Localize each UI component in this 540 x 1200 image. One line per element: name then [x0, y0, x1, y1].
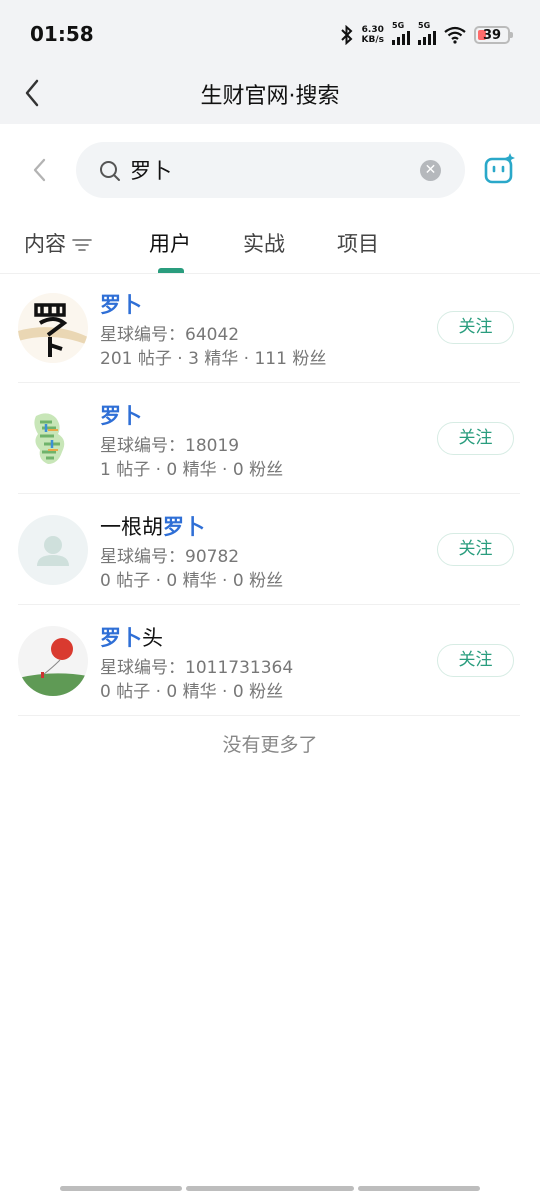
page-title: 生财官网·搜索 [200, 84, 340, 109]
user-name: 罗卜 [100, 400, 142, 430]
follow-button[interactable]: 关注 [437, 533, 514, 566]
nav-segment[interactable] [186, 1186, 354, 1191]
user-row[interactable]: 罗卜头 星球编号：1011731364 0 帖子 · 0 精华 · 0 粉丝 关… [0, 605, 540, 716]
navigation-bar [0, 1180, 540, 1200]
avatar [18, 293, 88, 363]
user-stats: 1 帖子 · 0 精华 · 0 粉丝 [100, 460, 284, 480]
user-stats: 201 帖子 · 3 精华 · 111 粉丝 [100, 349, 327, 369]
status-icons: 6.30 KB/s 5G 5G 39 [340, 21, 513, 48]
user-name-highlight: 罗卜 [100, 404, 142, 428]
avatar [18, 515, 88, 585]
network-speed-unit: KB/s [361, 35, 384, 45]
follow-button[interactable]: 关注 [437, 644, 514, 677]
title-bar: 生财官网·搜索 [0, 62, 540, 124]
network-speed: 6.30 KB/s [362, 25, 384, 45]
search-row: ✕ [0, 140, 540, 200]
follow-button[interactable]: 关注 [437, 311, 514, 344]
user-stats: 0 帖子 · 0 精华 · 0 粉丝 [100, 682, 284, 702]
tab-projects[interactable]: 项目 [337, 228, 379, 258]
user-name-highlight: 罗卜 [100, 626, 142, 650]
nav-segment[interactable] [358, 1186, 480, 1191]
bluetooth-icon [340, 25, 352, 45]
user-name-prefix: 一根胡 [100, 515, 163, 539]
user-id: 星球编号：18019 [100, 436, 240, 456]
signal-label-2: 5G [418, 21, 431, 30]
user-id: 星球编号：64042 [100, 325, 240, 345]
filter-icon[interactable] [72, 238, 92, 252]
status-bar: 01:58 6.30 KB/s 5G 5G 39 [0, 0, 540, 62]
tab-content-label: 内容 [24, 232, 66, 256]
avatar [18, 626, 88, 696]
user-id: 星球编号：1011731364 [100, 658, 294, 678]
tab-content[interactable]: 内容 [24, 228, 92, 258]
user-result-list: 罗卜 星球编号：64042 201 帖子 · 3 精华 · 111 粉丝 关注 … [0, 272, 540, 716]
end-of-list-text: 没有更多了 [222, 734, 318, 756]
user-name-suffix: 头 [142, 626, 163, 650]
battery-icon: 39 [474, 26, 513, 44]
nav-segment[interactable] [60, 1186, 182, 1191]
status-time: 01:58 [30, 22, 94, 46]
signal-label: 5G [392, 21, 405, 30]
user-id: 星球编号：90782 [100, 547, 240, 567]
user-stats: 0 帖子 · 0 精华 · 0 粉丝 [100, 571, 284, 591]
search-icon [100, 161, 120, 181]
user-name-highlight: 罗卜 [100, 293, 142, 317]
user-name: 罗卜头 [100, 622, 163, 652]
divider [18, 715, 520, 716]
search-back-icon[interactable] [26, 154, 54, 186]
search-input[interactable] [130, 154, 410, 186]
clear-icon[interactable]: ✕ [420, 160, 441, 181]
user-row[interactable]: 罗卜 星球编号：64042 201 帖子 · 3 精华 · 111 粉丝 关注 [0, 272, 540, 383]
user-row[interactable]: 罗卜 星球编号：18019 1 帖子 · 0 精华 · 0 粉丝 关注 [0, 383, 540, 494]
tab-practice[interactable]: 实战 [243, 228, 285, 258]
user-name: 罗卜 [100, 289, 142, 319]
follow-button[interactable]: 关注 [437, 422, 514, 455]
avatar [18, 404, 88, 474]
battery-level: 39 [482, 27, 502, 43]
signal-icon-2: 5G [418, 21, 436, 45]
user-name: 一根胡罗卜 [100, 511, 205, 541]
wifi-icon [444, 26, 466, 44]
search-box[interactable]: ✕ [76, 142, 465, 198]
network-speed-value: 6.30 [361, 25, 384, 35]
tab-users[interactable]: 用户 [149, 228, 191, 258]
user-name-highlight: 罗卜 [163, 515, 205, 539]
tab-bar: 内容 用户 实战 项目 [0, 218, 540, 274]
ai-assistant-icon[interactable] [483, 152, 517, 186]
user-row[interactable]: 一根胡罗卜 星球编号：90782 0 帖子 · 0 精华 · 0 粉丝 关注 [0, 494, 540, 605]
signal-icon: 5G [392, 21, 410, 45]
